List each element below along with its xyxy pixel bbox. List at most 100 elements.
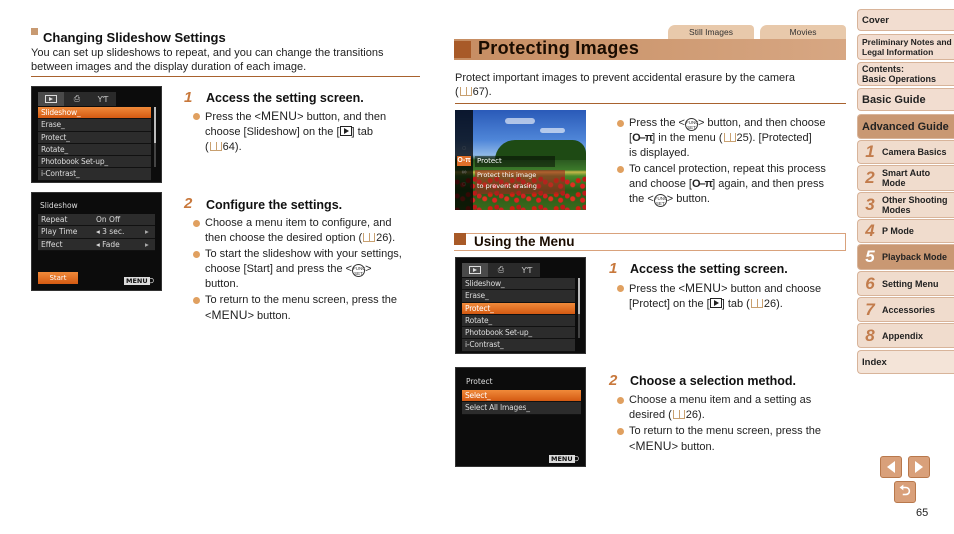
setting-row-repeat: Repeat On Off xyxy=(38,214,155,227)
back-icon: ⮌ xyxy=(572,453,580,463)
step-number: 1 xyxy=(609,260,618,277)
overlay-description: Protect this image to prevent erasing xyxy=(475,170,565,194)
protect-key-icon: O–π xyxy=(692,178,713,190)
tab-still-images: Still Images xyxy=(668,25,754,39)
slideshow-settings-screen: Slideshow Repeat On Off Play Time ◂ 3 se… xyxy=(31,192,162,291)
playback-tab-icon xyxy=(462,263,488,277)
book-reference-icon xyxy=(209,142,222,151)
camera-tabs: ⎙ ƳƬ xyxy=(38,92,116,106)
nav-advanced-guide[interactable]: Advanced Guide xyxy=(857,114,954,139)
step-bullets: Choose a menu item and a setting as desi… xyxy=(617,393,849,456)
divider xyxy=(455,103,846,104)
step-title: Access the setting screen. xyxy=(630,262,788,276)
nav-index[interactable]: Index xyxy=(857,350,954,374)
nav-chapter-6[interactable]: 6 Setting Menu xyxy=(857,271,954,296)
next-page-button[interactable] xyxy=(908,456,930,478)
nav-chapter-8[interactable]: 8 Appendix xyxy=(857,323,954,348)
bullet-item: Press the <FUNC SET > button, and then cho… xyxy=(617,116,849,161)
menu-badge: MENU xyxy=(124,277,150,285)
camera-menu-screen: ⎙ ƳƬ Slideshow_ Erase_ Protect_ Rotate_ … xyxy=(455,257,586,354)
camera-menu-item: Photobook Set-up_ xyxy=(462,327,575,340)
return-button[interactable]: ⮌ xyxy=(894,481,916,503)
nav-contents[interactable]: Contents: Basic Operations xyxy=(857,62,954,86)
bullet-item: Press the <MENU> button, and then choose… xyxy=(193,109,423,155)
slideshow-icon: ∞ xyxy=(461,169,467,176)
bullet-item: To return to the menu screen, press the … xyxy=(617,424,849,455)
camera-menu-list: Slideshow_ Erase_ Protect_ Rotate_ Photo… xyxy=(462,278,575,352)
nav-chapter-3[interactable]: 3 Other Shooting Modes xyxy=(857,192,954,218)
bullet-item: Press the <MENU> button and choose [Prot… xyxy=(617,281,849,312)
previous-page-button[interactable] xyxy=(880,456,902,478)
protect-photo-screen: ◌ O-π ∞ ◌ Protect Protect this image to … xyxy=(455,110,586,210)
tab-movies: Movies xyxy=(760,25,846,39)
section-marker-icon xyxy=(31,28,38,35)
setting-row-play-time: Play Time ◂ 3 sec. ▸ xyxy=(38,226,155,239)
camera-menu-screen: ⎙ ƳƬ Slideshow_ Erase_ Protect_ Rotate_ … xyxy=(31,86,162,183)
page-number: 65 xyxy=(916,507,929,519)
bullet-item: To return to the menu screen, press the … xyxy=(193,293,423,324)
step-title: Choose a selection method. xyxy=(630,374,797,388)
settings-tab-icon: ƳƬ xyxy=(521,265,533,275)
camera-menu-item: i-Contrast_ xyxy=(38,168,151,181)
settings-tab-icon: ƳƬ xyxy=(97,94,109,104)
screen-title: Protect xyxy=(466,377,493,386)
nav-preliminary-notes[interactable]: Preliminary Notes and Legal Information xyxy=(857,34,954,60)
section-title: Changing Slideshow Settings xyxy=(43,30,226,45)
func-set-button-icon: FUNC SET xyxy=(653,193,668,207)
camera-menu-item: Slideshow_ xyxy=(38,107,151,120)
camera-menu-item: Photobook Set-up_ xyxy=(38,156,151,169)
step-bullets: Choose a menu item to configure, and the… xyxy=(193,216,423,325)
menu-badge: MENU xyxy=(549,455,575,463)
section-intro: You can set up slideshows to repeat, and… xyxy=(31,47,384,73)
rotate-icon: ◌ xyxy=(461,145,467,152)
book-reference-icon xyxy=(750,299,763,308)
nav-chapter-4[interactable]: 4P Mode xyxy=(857,219,954,243)
step-bullets: Press the <MENU> button, and then choose… xyxy=(193,109,423,156)
subsection-marker-icon xyxy=(454,233,466,245)
step-title: Configure the settings. xyxy=(206,198,343,212)
protect-bullets: Press the <FUNC SET > button, and then cho… xyxy=(617,116,849,208)
return-icon: ⮌ xyxy=(899,482,911,498)
protect-select-screen: Protect Select_ Select All Images_ MENU … xyxy=(455,367,586,467)
nav-chapter-2[interactable]: 2 Smart Auto Mode xyxy=(857,165,954,191)
divider xyxy=(31,76,420,77)
camera-menu-item: Erase_ xyxy=(38,119,151,132)
playback-icon xyxy=(709,298,722,308)
start-button: Start xyxy=(38,272,78,284)
back-icon: ⮌ xyxy=(147,275,155,285)
nav-cover[interactable]: Cover xyxy=(857,9,954,31)
camera-menu-item: Rotate_ xyxy=(462,314,575,328)
playback-tab-icon xyxy=(38,92,64,106)
book-reference-icon xyxy=(672,410,685,419)
camera-menu-item: Protect_ xyxy=(462,302,575,315)
camera-menu-item: Select All Images_ xyxy=(462,402,581,415)
print-tab-icon: ⎙ xyxy=(73,94,81,103)
print-tab-icon: ⎙ xyxy=(497,265,505,274)
arrow-right-icon xyxy=(915,461,923,473)
nav-chapter-5[interactable]: 5 Playback Mode xyxy=(857,244,954,270)
step-bullets: Press the <MENU> button and choose [Prot… xyxy=(617,281,849,313)
step-number: 1 xyxy=(184,89,193,106)
slideshow-rows: Repeat On Off Play Time ◂ 3 sec. ▸ Effec… xyxy=(38,214,155,251)
book-reference-icon xyxy=(363,233,376,242)
camera-menu-item: Rotate_ xyxy=(38,143,151,157)
nav-chapter-1[interactable]: 1 Camera Basics xyxy=(857,140,954,164)
func-set-button-icon: FUNC SET xyxy=(684,117,699,131)
step-number: 2 xyxy=(184,195,193,212)
overlay-label: Protect xyxy=(475,156,555,167)
camera-menu-item: Slideshow_ xyxy=(462,278,575,291)
title-marker-icon xyxy=(454,41,471,58)
nav-chapter-7[interactable]: 7 Accessories xyxy=(857,297,954,322)
func-menu-sidebar: ◌ O-π ∞ ◌ xyxy=(455,110,473,210)
camera-tabs: ⎙ ƳƬ xyxy=(462,263,540,277)
book-reference-icon xyxy=(459,87,472,96)
camera-menu-list: Slideshow_ Erase_ Protect_ Rotate_ Photo… xyxy=(38,107,151,181)
nav-basic-guide[interactable]: Basic Guide xyxy=(857,88,954,111)
book-reference-icon xyxy=(723,133,736,142)
camera-menu-item: Erase_ xyxy=(462,290,575,303)
bullet-item: To start the slideshow with your setting… xyxy=(193,247,423,292)
content-type-tabs: Still Images Movies xyxy=(668,25,846,39)
arrow-left-icon xyxy=(887,461,895,473)
page-intro: Protect important images to prevent acci… xyxy=(455,72,795,98)
page-title: Protecting Images xyxy=(478,38,640,58)
